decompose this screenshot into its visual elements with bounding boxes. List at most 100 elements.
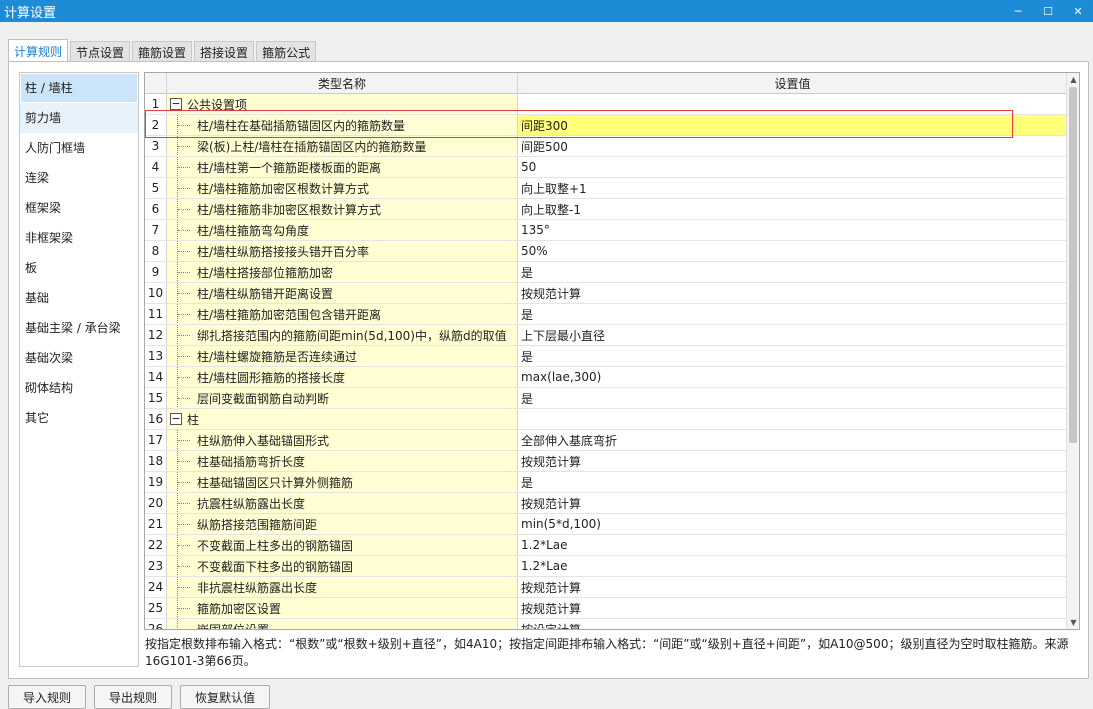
table-row[interactable]: 10 柱/墙柱纵筋错开距离设置 按规范计算 [145,283,1067,304]
column-header-name[interactable]: 类型名称 [167,73,518,93]
setting-name-cell[interactable]: 柱/墙柱箍筋加密范围包含错开距离 [167,304,518,324]
setting-value-cell[interactable]: 向上取整-1 [518,199,1067,219]
tab-2[interactable]: 箍筋设置 [132,41,193,62]
sidebar-item[interactable]: 剪力墙 [20,103,138,133]
table-row[interactable]: 4 柱/墙柱第一个箍筋距楼板面的距离 50 [145,157,1067,178]
table-row[interactable]: 16− 柱 [145,409,1067,430]
setting-value-cell[interactable]: 按规范计算 [518,451,1067,471]
setting-value-cell[interactable]: 50% [518,241,1067,261]
column-header-value[interactable]: 设置值 [518,73,1067,93]
setting-name-cell[interactable]: 非抗震柱纵筋露出长度 [167,577,518,597]
table-row[interactable]: 15 层间变截面钢筋自动判断 是 [145,388,1067,409]
sidebar-item[interactable]: 基础次梁 [20,343,138,373]
setting-name-cell[interactable]: 柱/墙柱搭接部位箍筋加密 [167,262,518,282]
table-row[interactable]: 3 梁(板)上柱/墙柱在插筋锚固区内的箍筋数量 间距500 [145,136,1067,157]
sidebar-item[interactable]: 柱 / 墙柱 [21,74,137,102]
table-row[interactable]: 21 纵筋搭接范围箍筋间距 min(5*d,100) [145,514,1067,535]
setting-name-cell[interactable]: 柱/墙柱第一个箍筋距楼板面的距离 [167,157,518,177]
setting-value-cell[interactable]: 间距300 [518,115,1067,135]
setting-name-cell[interactable]: 不变截面上柱多出的钢筋锚固 [167,535,518,555]
setting-value-cell[interactable]: 1.2*Lae [518,556,1067,576]
close-icon[interactable]: ✕ [1063,0,1093,22]
sidebar-item[interactable]: 框架梁 [20,193,138,223]
setting-name-cell[interactable]: 抗震柱纵筋露出长度 [167,493,518,513]
table-row[interactable]: 24 非抗震柱纵筋露出长度 按规范计算 [145,577,1067,598]
table-row[interactable]: 13 柱/墙柱螺旋箍筋是否连续通过 是 [145,346,1067,367]
setting-name-cell[interactable]: − 公共设置项 [167,94,518,114]
table-row[interactable]: 1− 公共设置项 [145,94,1067,115]
setting-name-cell[interactable]: 柱/墙柱圆形箍筋的搭接长度 [167,367,518,387]
vertical-scrollbar[interactable]: ▲ ▼ [1066,73,1079,629]
setting-value-cell[interactable]: 是 [518,388,1067,408]
setting-value-cell[interactable]: 是 [518,472,1067,492]
scroll-thumb[interactable] [1069,87,1077,443]
setting-name-cell[interactable]: 梁(板)上柱/墙柱在插筋锚固区内的箍筋数量 [167,136,518,156]
setting-value-cell[interactable]: 向上取整+1 [518,178,1067,198]
table-row[interactable]: 7 柱/墙柱箍筋弯勾角度 135° [145,220,1067,241]
setting-name-cell[interactable]: 柱/墙柱箍筋加密区根数计算方式 [167,178,518,198]
setting-value-cell[interactable]: 全部伸入基底弯折 [518,430,1067,450]
setting-name-cell[interactable]: 柱/墙柱纵筋搭接接头错开百分率 [167,241,518,261]
table-row[interactable]: 5 柱/墙柱箍筋加密区根数计算方式 向上取整+1 [145,178,1067,199]
setting-value-cell[interactable]: max(lae,300) [518,367,1067,387]
setting-name-cell[interactable]: 柱/墙柱螺旋箍筋是否连续通过 [167,346,518,366]
sidebar-item[interactable]: 基础主梁 / 承台梁 [20,313,138,343]
setting-value-cell[interactable]: 1.2*Lae [518,535,1067,555]
setting-value-cell[interactable]: 135° [518,220,1067,240]
tab-0[interactable]: 计算规则 [8,39,69,63]
setting-name-cell[interactable]: − 柱 [167,409,518,429]
setting-value-cell[interactable]: 按规范计算 [518,577,1067,597]
setting-value-cell[interactable]: min(5*d,100) [518,514,1067,534]
table-row[interactable]: 18 柱基础插筋弯折长度 按规范计算 [145,451,1067,472]
setting-name-cell[interactable]: 箍筋加密区设置 [167,598,518,618]
tab-3[interactable]: 搭接设置 [194,41,255,62]
setting-value-cell[interactable]: 按规范计算 [518,598,1067,618]
setting-value-cell[interactable]: 是 [518,262,1067,282]
table-row[interactable]: 20 抗震柱纵筋露出长度 按规范计算 [145,493,1067,514]
table-row[interactable]: 23 不变截面下柱多出的钢筋锚固 1.2*Lae [145,556,1067,577]
setting-name-cell[interactable]: 柱/墙柱箍筋弯勾角度 [167,220,518,240]
table-row[interactable]: 12 绑扎搭接范围内的箍筋间距min(5d,100)中，纵筋d的取值 上下层最小直径 [145,325,1067,346]
scroll-up-icon[interactable]: ▲ [1067,73,1079,86]
setting-value-cell[interactable]: 按规范计算 [518,493,1067,513]
tab-4[interactable]: 箍筋公式 [256,41,317,62]
setting-name-cell[interactable]: 柱/墙柱箍筋非加密区根数计算方式 [167,199,518,219]
setting-name-cell[interactable]: 柱/墙柱在基础插筋锚固区内的箍筋数量 [167,115,518,135]
table-row[interactable]: 9 柱/墙柱搭接部位箍筋加密 是 [145,262,1067,283]
setting-value-cell[interactable]: 按规范计算 [518,283,1067,303]
table-row[interactable]: 25 箍筋加密区设置 按规范计算 [145,598,1067,619]
table-row[interactable]: 26 嵌固部位设置 按设定计算 [145,619,1067,630]
table-row[interactable]: 17 柱纵筋伸入基础锚固形式 全部伸入基底弯折 [145,430,1067,451]
setting-value-cell[interactable]: 间距500 [518,136,1067,156]
setting-value-cell[interactable]: 是 [518,346,1067,366]
collapse-icon[interactable]: − [170,98,182,110]
table-row[interactable]: 6 柱/墙柱箍筋非加密区根数计算方式 向上取整-1 [145,199,1067,220]
setting-name-cell[interactable]: 不变截面下柱多出的钢筋锚固 [167,556,518,576]
setting-name-cell[interactable]: 绑扎搭接范围内的箍筋间距min(5d,100)中，纵筋d的取值 [167,325,518,345]
setting-name-cell[interactable]: 嵌固部位设置 [167,619,518,629]
table-row[interactable]: 14 柱/墙柱圆形箍筋的搭接长度 max(lae,300) [145,367,1067,388]
maximize-icon[interactable]: ☐ [1033,0,1063,22]
export-rules-button[interactable]: 导出规则 [94,685,173,709]
sidebar-item[interactable]: 其它 [20,403,138,433]
setting-value-cell[interactable]: 上下层最小直径 [518,325,1067,345]
setting-name-cell[interactable]: 柱基础插筋弯折长度 [167,451,518,471]
table-row[interactable]: 19 柱基础锚固区只计算外侧箍筋 是 [145,472,1067,493]
setting-value-cell[interactable]: 按设定计算 [518,619,1067,630]
sidebar-item[interactable]: 连梁 [20,163,138,193]
setting-value-cell[interactable] [518,409,1067,429]
sidebar-item[interactable]: 人防门框墙 [20,133,138,163]
minimize-icon[interactable]: ─ [1003,0,1033,22]
setting-value-cell[interactable]: 50 [518,157,1067,177]
setting-value-cell[interactable] [518,94,1067,114]
setting-name-cell[interactable]: 柱/墙柱纵筋错开距离设置 [167,283,518,303]
sidebar-item[interactable]: 砌体结构 [20,373,138,403]
setting-name-cell[interactable]: 柱基础锚固区只计算外侧箍筋 [167,472,518,492]
table-row[interactable]: 11 柱/墙柱箍筋加密范围包含错开距离 是 [145,304,1067,325]
tab-1[interactable]: 节点设置 [70,41,131,62]
sidebar-item[interactable]: 板 [20,253,138,283]
table-row[interactable]: 8 柱/墙柱纵筋搭接接头错开百分率 50% [145,241,1067,262]
setting-value-cell[interactable]: 是 [518,304,1067,324]
setting-name-cell[interactable]: 柱纵筋伸入基础锚固形式 [167,430,518,450]
sidebar-item[interactable]: 非框架梁 [20,223,138,253]
